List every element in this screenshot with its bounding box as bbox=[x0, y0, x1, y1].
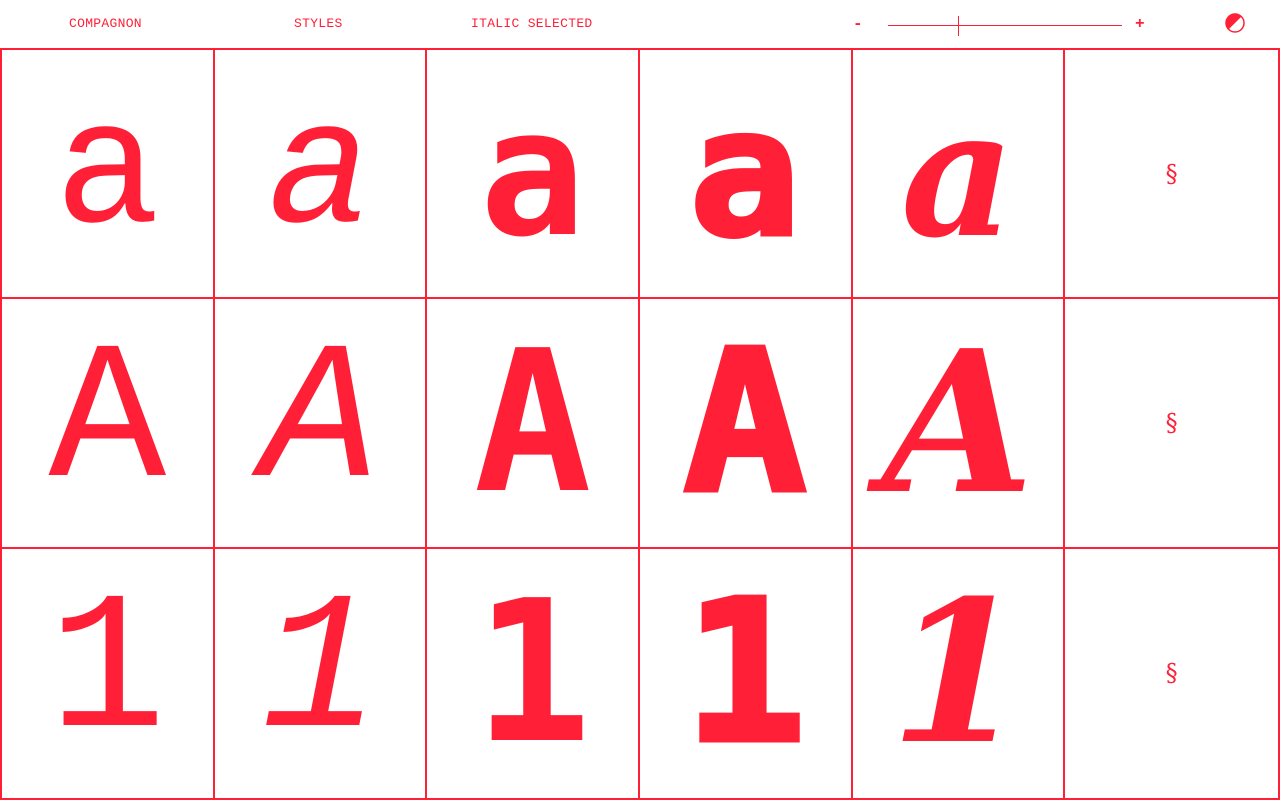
glyph-lowercase-a: a bbox=[267, 73, 373, 274]
zoom-out-button[interactable]: - bbox=[853, 14, 863, 34]
glyph-digit-one: 1 bbox=[889, 558, 1027, 789]
glyph-cell[interactable]: A bbox=[214, 299, 428, 549]
glyph-uppercase-a: A bbox=[681, 308, 810, 537]
glyph-digit-one: 1 bbox=[473, 559, 592, 788]
glyph-uppercase-a: A bbox=[261, 311, 379, 534]
glyph-cell[interactable]: a bbox=[214, 50, 428, 300]
size-slider[interactable] bbox=[888, 16, 1122, 36]
glyph-cell[interactable]: 1 bbox=[2, 548, 215, 798]
glyph-uppercase-a: A bbox=[473, 308, 592, 537]
glyph-cell[interactable]: A bbox=[427, 299, 640, 549]
more-styles-cell[interactable]: § bbox=[1065, 50, 1278, 300]
glyph-lowercase-a: a bbox=[479, 70, 586, 276]
more-styles-cell[interactable]: § bbox=[1065, 299, 1278, 549]
glyph-cell[interactable]: a bbox=[2, 50, 215, 300]
glyph-cell[interactable]: a bbox=[852, 50, 1066, 300]
glyph-cell[interactable]: 1 bbox=[640, 548, 853, 798]
top-bar: COMPAGNON STYLES ITALIC SELECTED - + bbox=[0, 0, 1280, 48]
slider-track bbox=[888, 25, 1122, 26]
selected-style-label[interactable]: ITALIC SELECTED bbox=[471, 16, 593, 31]
glyph-digit-one: 1 bbox=[261, 562, 379, 785]
glyph-cell[interactable]: a bbox=[427, 50, 640, 300]
glyph-uppercase-a: A bbox=[48, 311, 167, 534]
glyph-cell[interactable]: A bbox=[2, 299, 215, 549]
glyph-lowercase-a: a bbox=[687, 70, 804, 276]
styles-link[interactable]: STYLES bbox=[294, 16, 343, 31]
glyph-lowercase-a: a bbox=[54, 73, 161, 274]
glyph-cell[interactable]: 1 bbox=[215, 548, 428, 798]
glyph-digit-one: 1 bbox=[48, 562, 167, 785]
section-sign-icon: § bbox=[1165, 159, 1178, 188]
glyph-cell[interactable]: 1 bbox=[427, 548, 640, 798]
section-sign-icon: § bbox=[1165, 408, 1178, 437]
more-styles-cell[interactable]: § bbox=[1065, 549, 1278, 798]
glyph-cell[interactable]: a bbox=[640, 50, 853, 300]
glyph-lowercase-a: a bbox=[900, 69, 1016, 277]
glyph-cell[interactable]: 1 bbox=[853, 548, 1066, 798]
brand-link[interactable]: COMPAGNON bbox=[69, 16, 142, 31]
contrast-icon[interactable] bbox=[1225, 13, 1245, 33]
glyph-grid: a a a a a § A A A A A § 1 1 1 1 1 § bbox=[0, 48, 1280, 800]
slider-thumb[interactable] bbox=[958, 16, 959, 36]
glyph-cell[interactable]: A bbox=[640, 299, 853, 549]
glyph-uppercase-a: A bbox=[881, 307, 1035, 538]
glyph-cell[interactable]: A bbox=[852, 299, 1066, 549]
zoom-in-button[interactable]: + bbox=[1135, 14, 1145, 34]
section-sign-icon: § bbox=[1165, 659, 1178, 688]
glyph-digit-one: 1 bbox=[681, 559, 810, 788]
